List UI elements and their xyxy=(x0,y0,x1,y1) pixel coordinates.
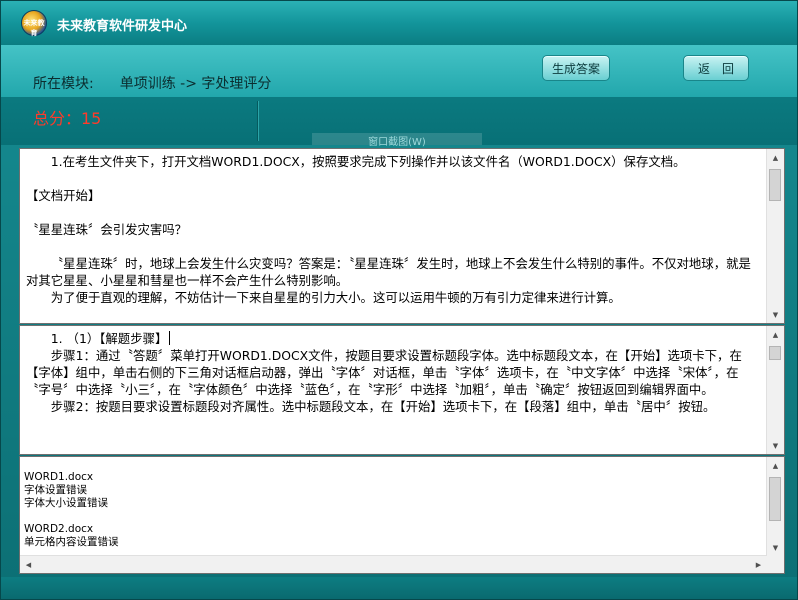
question-scrollbar[interactable]: ▲ ▼ xyxy=(766,149,784,323)
title-bar: 未来教育 未来教育软件研发中心 xyxy=(1,1,797,45)
scrollbar-corner xyxy=(767,556,784,573)
question-text-pane[interactable]: 1.在考生文件夹下，打开文档WORD1.DOCX，按照要求完成下列操作并以该文件… xyxy=(19,148,785,324)
scroll-down-arrow-icon[interactable]: ▼ xyxy=(767,437,784,454)
question-line: 〝星星连珠〞时，地球上会发生什么灾变吗？答案是：〝星星连珠〞发生时，地球上不会发… xyxy=(26,256,751,288)
scroll-up-arrow-icon[interactable]: ▲ xyxy=(767,457,784,474)
steps-heading: 1. （1）【解题步骤】 xyxy=(26,330,762,347)
result-line: WORD2.docx xyxy=(24,523,94,535)
score-bar: 总分：15 窗口截图(W) xyxy=(1,97,797,148)
module-indicator: 所在模块: 单项训练 -> 字处理评分 xyxy=(33,73,271,93)
result-vertical-scrollbar[interactable]: ▲ ▼ xyxy=(766,457,784,556)
solution-steps-text: 1. （1）【解题步骤】 步骤1：通过〝答题〞菜单打开WORD1.DOCX文件，… xyxy=(26,330,762,450)
step-paragraph: 步骤2：按题目要求设置标题段对齐属性。选中标题段文本，在【开始】选项卡下，在【段… xyxy=(50,399,716,414)
result-horizontal-scrollbar[interactable]: ◀ ▶ xyxy=(20,555,767,573)
app-logo-icon: 未来教育 xyxy=(21,10,47,37)
app-title: 未来教育软件研发中心 xyxy=(57,19,188,34)
scroll-thumb[interactable] xyxy=(769,169,781,201)
scroll-thumb[interactable] xyxy=(769,477,781,521)
scroll-left-arrow-icon[interactable]: ◀ xyxy=(20,556,37,573)
result-line: 字体设置错误 xyxy=(24,484,87,496)
result-line: WORD1.docx xyxy=(24,471,94,483)
step-paragraph: 步骤1：通过〝答题〞菜单打开WORD1.DOCX文件，按题目要求设置标题段字体。… xyxy=(26,348,742,397)
scroll-down-arrow-icon[interactable]: ▼ xyxy=(767,306,784,323)
solution-steps-pane[interactable]: 1. （1）【解题步骤】 步骤1：通过〝答题〞菜单打开WORD1.DOCX文件，… xyxy=(19,325,785,455)
grading-result-text: WORD1.docx 字体设置错误 字体大小设置错误 WORD2.docx 单元… xyxy=(24,471,762,553)
main-window: 未来教育 未来教育软件研发中心 所在模块: 单项训练 -> 字处理评分 生成答案 … xyxy=(0,0,798,600)
scroll-down-arrow-icon[interactable]: ▼ xyxy=(767,539,784,556)
scroll-up-arrow-icon[interactable]: ▲ xyxy=(767,149,784,166)
question-line: 为了便于直观的理解，不妨估计一下来自星星的引力大小。这可以运用牛顿的万有引力定律… xyxy=(50,290,621,305)
grading-result-pane[interactable]: WORD1.docx 字体设置错误 字体大小设置错误 WORD2.docx 单元… xyxy=(19,456,785,574)
ghost-window-tab: 窗口截图(W) xyxy=(312,133,482,148)
scroll-thumb[interactable] xyxy=(769,346,781,360)
result-line: 字体大小设置错误 xyxy=(24,497,108,509)
generate-answer-button[interactable]: 生成答案 xyxy=(542,55,610,81)
scroll-right-arrow-icon[interactable]: ▶ xyxy=(750,556,767,573)
question-line: 【文档开始】 xyxy=(26,188,101,203)
module-path: 单项训练 -> 字处理评分 xyxy=(119,76,272,92)
result-line: 单元格内容设置错误 xyxy=(24,536,119,548)
back-button[interactable]: 返回 xyxy=(683,55,749,81)
score-divider xyxy=(257,101,258,141)
steps-heading-text: 1. （1）【解题步骤】 xyxy=(50,331,168,346)
question-text: 1.在考生文件夹下，打开文档WORD1.DOCX，按照要求完成下列操作并以该文件… xyxy=(26,153,762,319)
question-line: 1.在考生文件夹下，打开文档WORD1.DOCX，按照要求完成下列操作并以该文件… xyxy=(50,154,686,169)
bottom-strip xyxy=(1,577,797,599)
logo-text: 未来教育 xyxy=(23,19,45,37)
header-panel: 所在模块: 单项训练 -> 字处理评分 生成答案 返回 xyxy=(1,45,797,97)
steps-scrollbar[interactable]: ▲ ▼ xyxy=(766,326,784,454)
module-label: 所在模块: xyxy=(33,76,94,92)
text-caret xyxy=(169,331,171,345)
scroll-up-arrow-icon[interactable]: ▲ xyxy=(767,326,784,343)
total-score: 总分：15 xyxy=(33,109,102,128)
question-line: 〝星星连珠〞会引发灾害吗？ xyxy=(26,222,188,237)
